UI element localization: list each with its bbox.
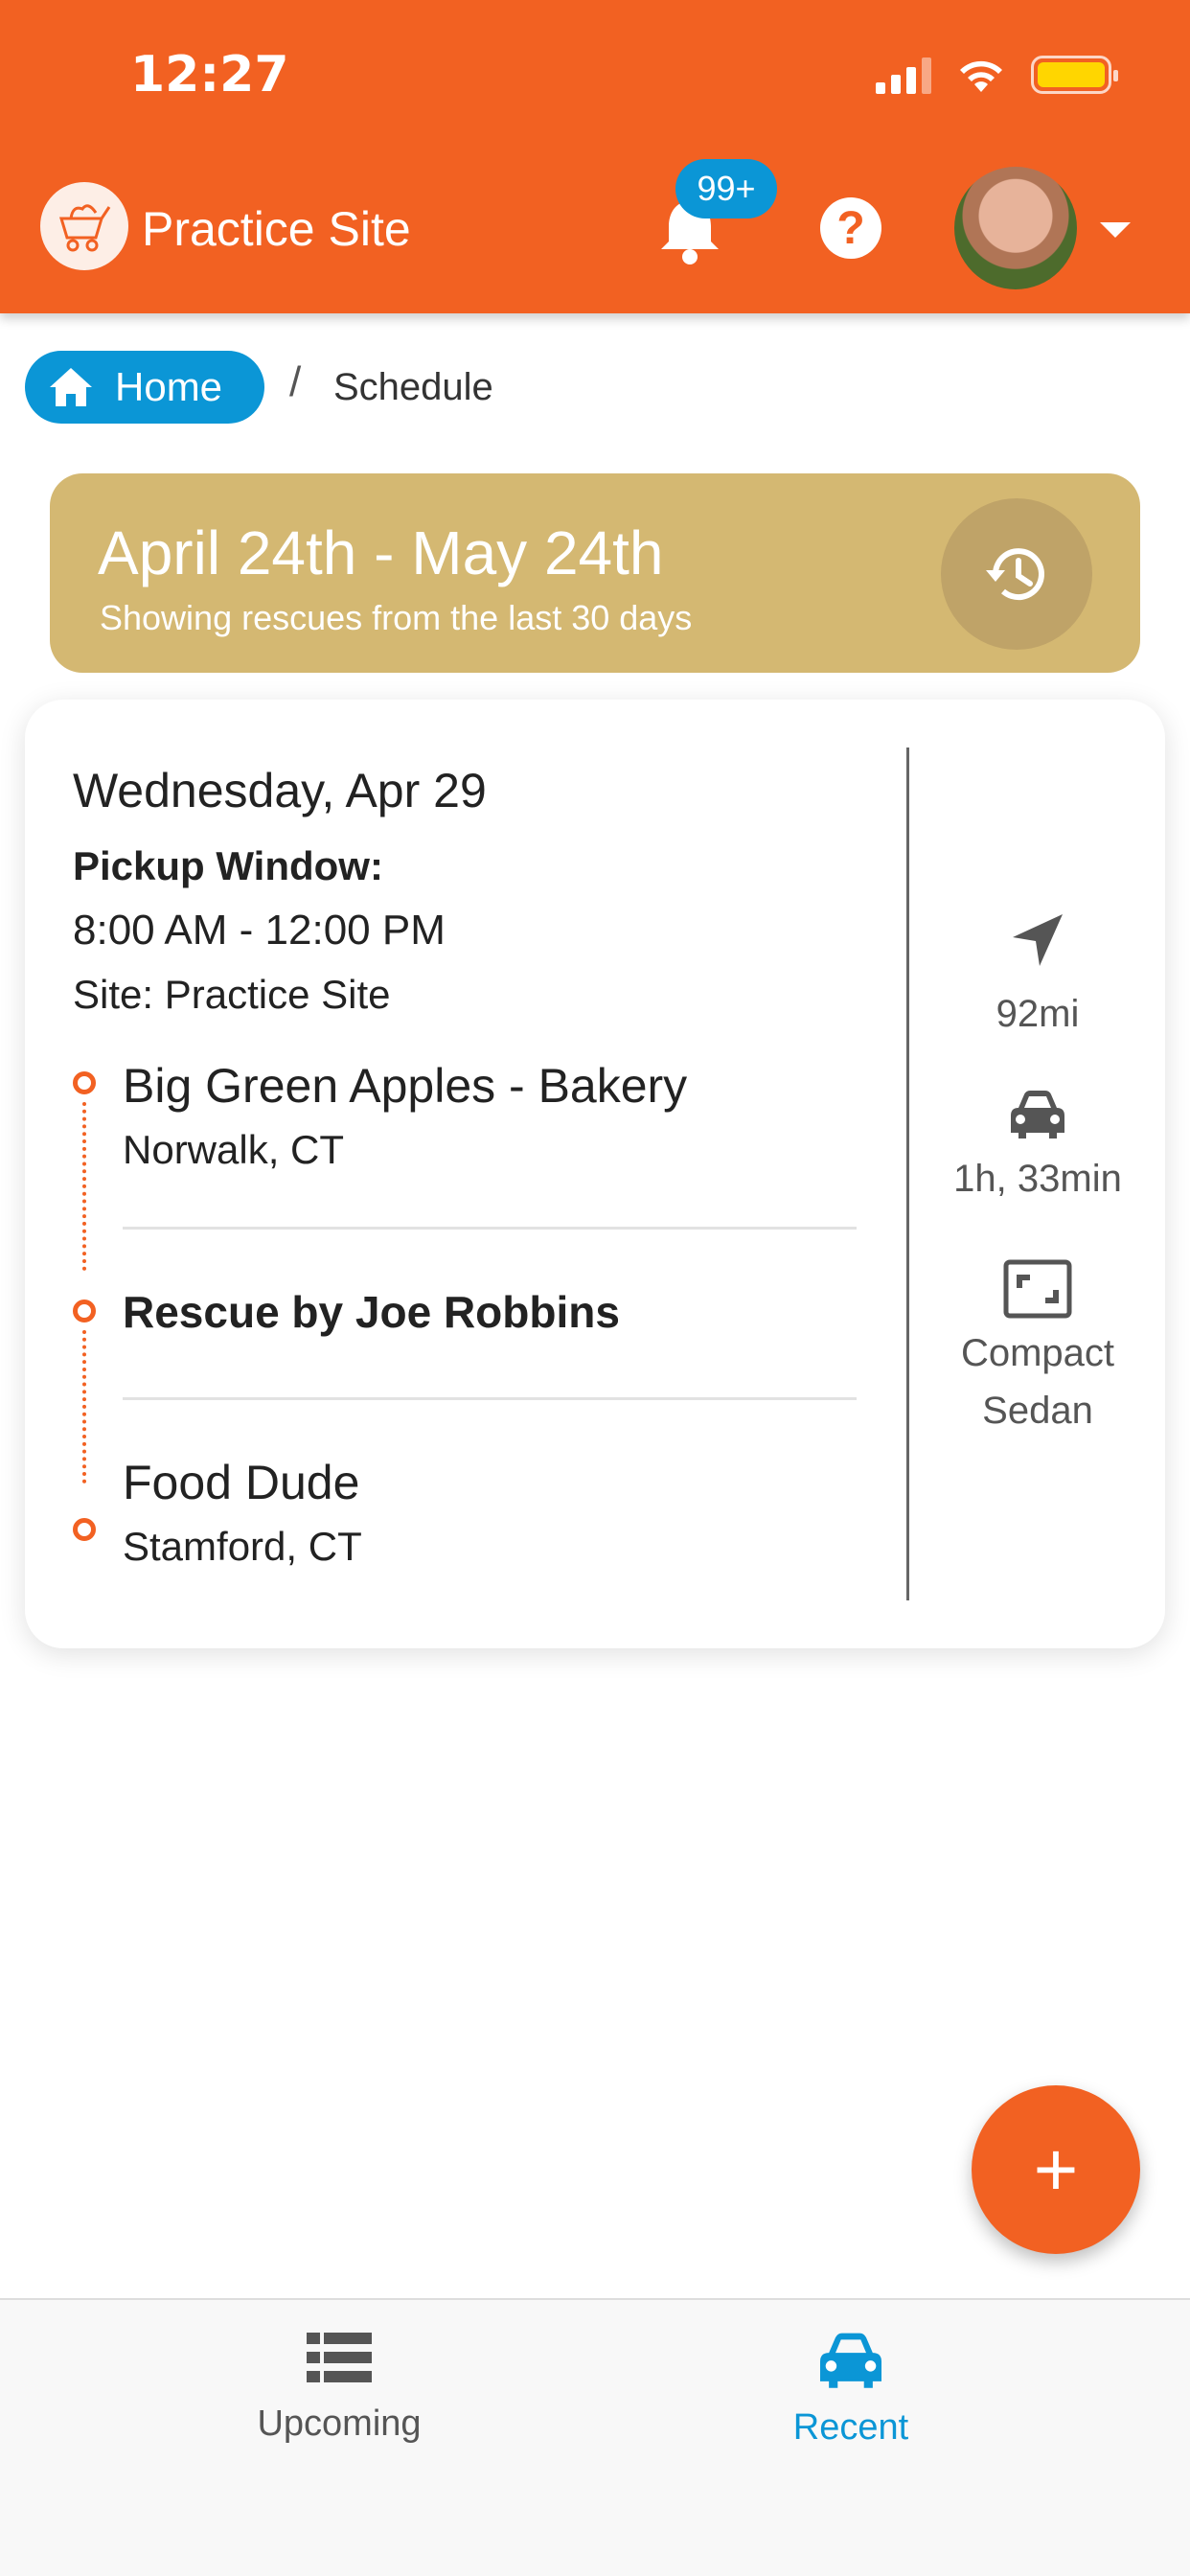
pickup-window-time: 8:00 AM - 12:00 PM — [73, 907, 446, 954]
battery-icon — [1031, 56, 1118, 94]
tab-upcoming[interactable]: Upcoming — [195, 2329, 483, 2445]
site-logo[interactable] — [40, 182, 128, 270]
rescue-date: Wednesday, Apr 29 — [73, 764, 487, 817]
date-range-banner: April 24th - May 24th Showing rescues fr… — [50, 473, 1140, 673]
date-range-subtitle: Showing rescues from the last 30 days — [100, 598, 693, 637]
app-header: 12:27 Practice Site 99+ ? — [0, 0, 1190, 313]
bottom-navigation: Upcoming Recent — [0, 2298, 1190, 2576]
add-rescue-button[interactable]: + — [972, 2085, 1140, 2254]
dropoff-dot-icon — [73, 1518, 96, 1541]
vehicle-type-line1: Compact — [960, 1332, 1115, 1374]
vehicle-stat: Compact Sedan — [910, 1259, 1165, 1439]
divider-2 — [123, 1397, 857, 1400]
food-cart-icon — [58, 204, 111, 252]
history-button[interactable] — [941, 498, 1092, 650]
card-separator — [906, 748, 909, 1600]
site-name[interactable]: Practice Site — [142, 201, 411, 257]
rescuer-name: Rescue by Joe Robbins — [123, 1287, 620, 1337]
vehicle-type-line2: Sedan — [982, 1390, 1093, 1432]
duration-value: 1h, 33min — [953, 1158, 1122, 1200]
user-avatar[interactable] — [954, 167, 1077, 289]
tab-recent-label: Recent — [792, 2407, 909, 2448]
status-icons — [876, 56, 1118, 94]
pickup-name: Big Green Apples - Bakery — [123, 1059, 688, 1113]
car-icon — [820, 2333, 881, 2388]
rescue-card[interactable]: Wednesday, Apr 29 Pickup Window: 8:00 AM… — [25, 700, 1165, 1648]
rescuer-dot-icon — [73, 1300, 96, 1322]
dropoff-city: Stamford, CT — [123, 1524, 362, 1569]
tab-upcoming-label: Upcoming — [257, 2404, 422, 2444]
car-icon — [1011, 1091, 1064, 1138]
cellular-signal-icon — [876, 56, 931, 94]
help-button[interactable]: ? — [820, 197, 881, 259]
distance-stat: 92mi — [910, 910, 1165, 1043]
breadcrumb-home-label: Home — [115, 364, 223, 409]
history-icon — [986, 548, 1044, 601]
breadcrumb-current: Schedule — [333, 366, 493, 408]
vehicle-size-icon — [1003, 1259, 1072, 1319]
wifi-icon — [960, 60, 1002, 92]
notification-badge[interactable]: 99+ — [675, 159, 777, 218]
route-line-2 — [82, 1330, 86, 1484]
pickup-dot-icon — [73, 1071, 96, 1094]
date-range-title: April 24th - May 24th — [98, 518, 664, 587]
pickup-window-label: Pickup Window: — [73, 843, 383, 888]
duration-stat: 1h, 33min — [910, 1087, 1165, 1208]
tab-recent[interactable]: Recent — [707, 2329, 995, 2449]
list-icon — [307, 2333, 372, 2382]
navigation-arrow-icon — [1013, 914, 1063, 966]
distance-value: 92mi — [995, 993, 1080, 1035]
divider-1 — [123, 1227, 857, 1230]
breadcrumb-separator: / — [289, 358, 302, 405]
pickup-city: Norwalk, CT — [123, 1127, 345, 1172]
home-icon — [50, 368, 92, 406]
caret-down-icon[interactable] — [1100, 222, 1131, 238]
rescue-site: Site: Practice Site — [73, 972, 391, 1017]
status-time: 12:27 — [130, 46, 289, 104]
dropoff-name: Food Dude — [123, 1456, 360, 1509]
breadcrumb-home[interactable]: Home — [25, 351, 264, 424]
route-line-1 — [82, 1102, 86, 1271]
